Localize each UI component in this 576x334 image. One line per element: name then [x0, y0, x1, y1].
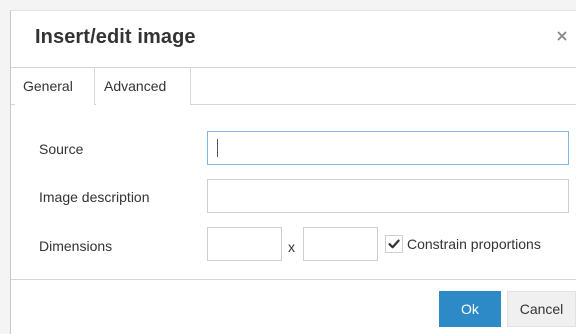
width-input[interactable] [207, 227, 282, 261]
constrain-proportions-label[interactable]: Constrain proportions [407, 236, 541, 252]
tab-advanced[interactable]: Advanced [96, 68, 191, 105]
ok-button[interactable]: Ok [439, 291, 501, 327]
constrain-proportions-checkbox[interactable] [385, 235, 403, 253]
cancel-button[interactable]: Cancel [507, 291, 576, 327]
dialog-title: Insert/edit image [35, 26, 196, 48]
tab-general[interactable]: General [15, 68, 95, 105]
source-label: Source [39, 141, 84, 157]
page-background: Insert/edit image General Advanced Sourc… [0, 0, 576, 334]
dialog-header: Insert/edit image [11, 11, 576, 67]
text-caret [217, 139, 218, 157]
dimensions-separator: x [288, 239, 295, 255]
close-icon[interactable] [554, 28, 570, 44]
dimensions-label: Dimensions [39, 238, 113, 254]
general-form: Source Image description Dimensions x Co… [11, 105, 576, 280]
image-description-label: Image description [39, 189, 150, 205]
source-input[interactable] [207, 131, 569, 165]
dialog-footer: Ok Cancel [11, 280, 576, 334]
image-description-input[interactable] [207, 179, 569, 213]
checkmark-icon [388, 239, 400, 249]
insert-image-dialog: Insert/edit image General Advanced Sourc… [10, 10, 576, 334]
height-input[interactable] [303, 227, 378, 261]
tab-bar: General Advanced [11, 67, 576, 105]
